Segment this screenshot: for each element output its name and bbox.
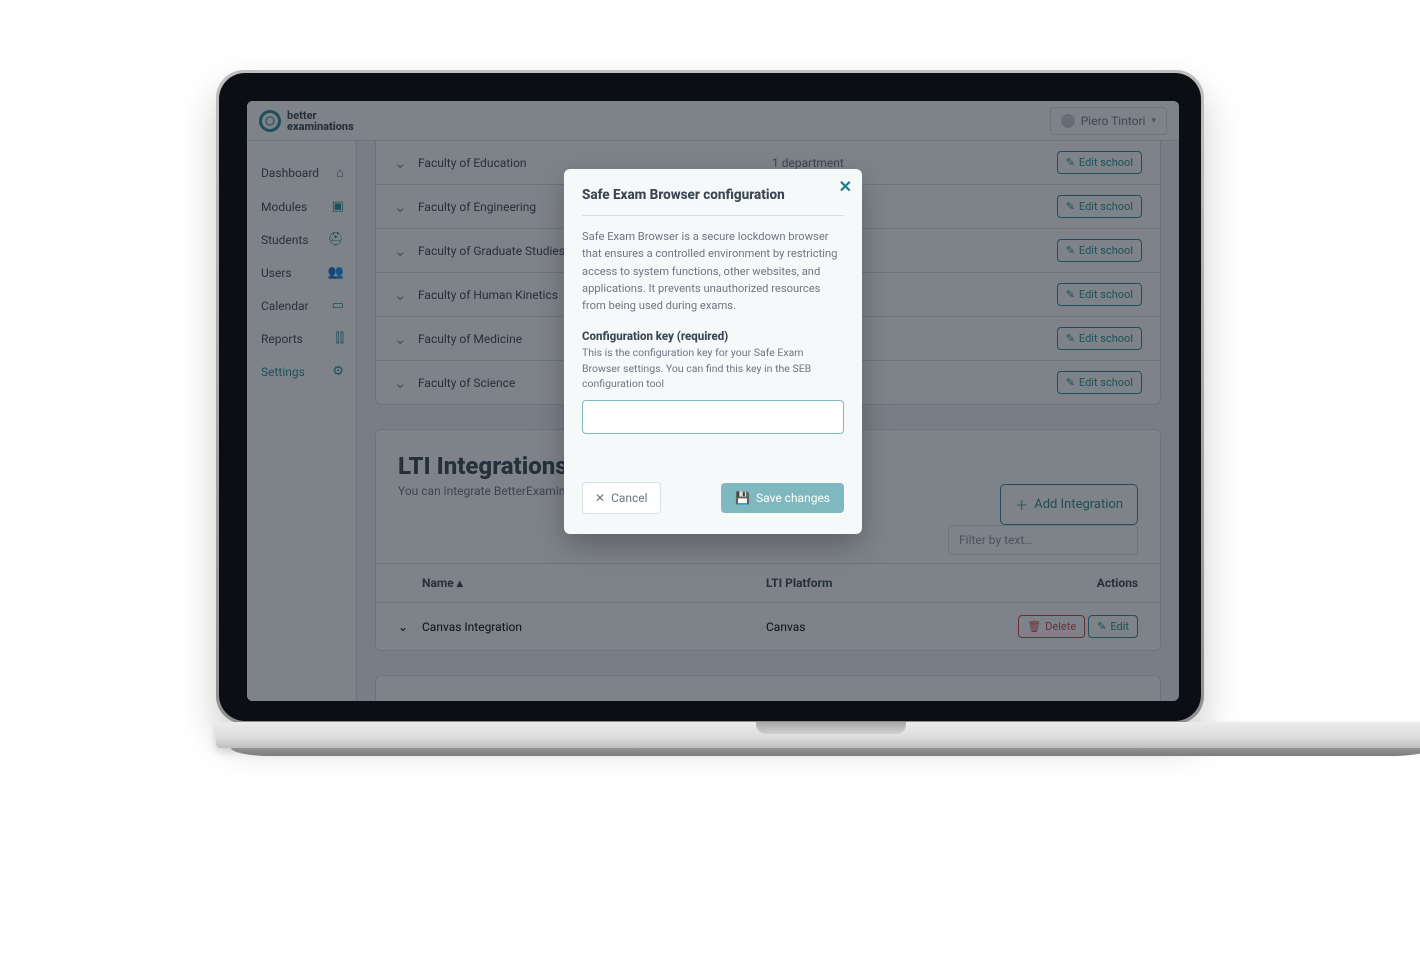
close-icon[interactable]: ✕ xyxy=(839,177,852,196)
config-key-hint: This is the configuration key for your S… xyxy=(582,345,844,392)
modal-title: Safe Exam Browser configuration xyxy=(582,187,844,216)
app-screen: better examinations Piero Tintori ▾ Dash… xyxy=(247,101,1179,701)
modal-body: Safe Exam Browser is a secure lockdown b… xyxy=(582,228,844,315)
config-key-label: Configuration key (required) xyxy=(582,329,844,343)
config-key-input[interactable] xyxy=(582,400,844,434)
save-button[interactable]: 💾 Save changes xyxy=(721,483,844,513)
modal-overlay: ✕ Safe Exam Browser configuration Safe E… xyxy=(247,101,1179,701)
cancel-label: Cancel xyxy=(611,491,648,505)
cancel-button[interactable]: ✕ Cancel xyxy=(582,482,661,514)
save-label: Save changes xyxy=(756,491,830,505)
close-icon: ✕ xyxy=(595,491,605,505)
seb-config-modal: ✕ Safe Exam Browser configuration Safe E… xyxy=(564,169,862,534)
save-icon: 💾 xyxy=(735,491,750,505)
